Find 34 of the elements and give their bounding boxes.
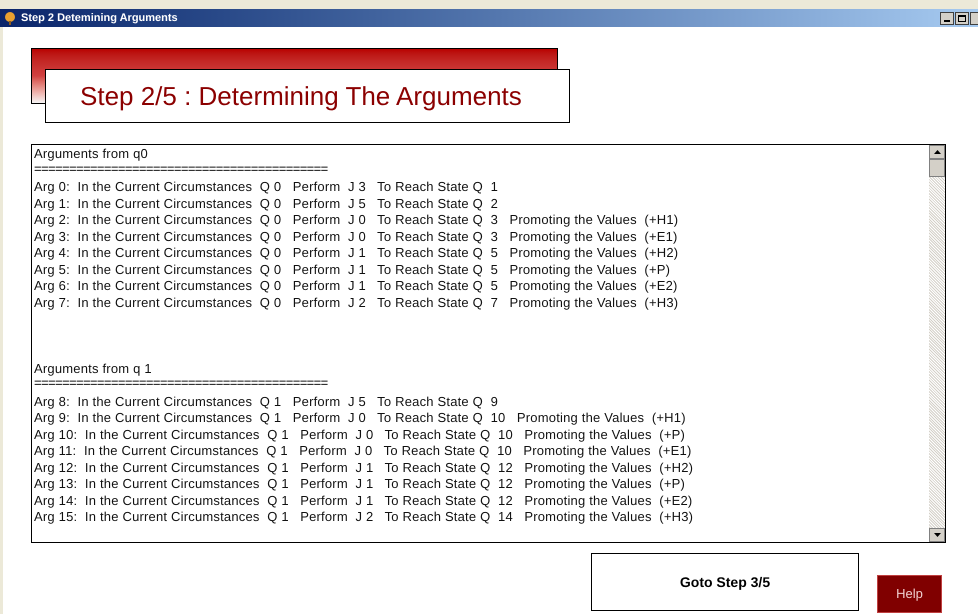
section-heading: Arguments from q0 xyxy=(34,146,149,162)
maximize-button[interactable] xyxy=(955,12,969,24)
help-button[interactable]: Help xyxy=(877,575,942,613)
argument-line: Arg 13: In the Current Circumstances Q 1 Perform J 1 To Reach State Q 12 Promoting the Values (+P) xyxy=(34,476,686,492)
argument-line: Arg 7: In the Current Circumstances Q 0 Perform J 2 To Reach State Q 7 Promoting the Values (+H3) xyxy=(34,294,680,311)
scrollbar[interactable] xyxy=(929,145,945,542)
scroll-thumb[interactable] xyxy=(929,159,945,177)
scroll-down-button[interactable] xyxy=(929,528,945,542)
argument-line: Arg 11: In the Current Circumstances Q 1 Perform J 0 To Reach State Q 10 Promoting the Values (+E1) xyxy=(34,443,692,460)
page-heading: Step 2/5 : Determining The Arguments xyxy=(80,80,522,112)
separator-rule: ========================================== xyxy=(34,162,329,178)
down-arrow-icon xyxy=(934,533,940,537)
argument-line: Arg 6: In the Current Circumstances Q 0 Perform J 1 To Reach State Q 5 Promoting the Values (+E2) xyxy=(34,278,679,294)
argument-line: Arg 4: In the Current Circumstances Q 0 Perform J 1 To Reach State Q 5 Promoting the Values (+H2) xyxy=(34,245,680,262)
arguments-text-area[interactable] xyxy=(31,144,946,543)
argument-line: Arg 1: In the Current Circumstances Q 0 Perform J 5 To Reach State Q 2 xyxy=(34,196,500,212)
argument-line: Arg 5: In the Current Circumstances Q 0 Perform J 1 To Reach State Q 5 Promoting the Values (+P) xyxy=(34,262,672,278)
argument-line: Arg 12: In the Current Circumstances Q 1 Perform J 1 To Reach State Q 12 Promoting the Values (+H2) xyxy=(34,460,694,476)
argument-line: Arg 3: In the Current Circumstances Q 0 Perform J 0 To Reach State Q 3 Promoting the Values (+E1) xyxy=(34,228,679,245)
argument-line: Arg 8: In the Current Circumstances Q 1 Perform J 5 To Reach State Q 9 xyxy=(34,394,500,410)
argument-line: Arg 0: In the Current Circumstances Q 0 Perform J 3 To Reach State Q 1 xyxy=(34,179,500,196)
next-step-button[interactable]: Goto Step 3/5 xyxy=(591,553,859,611)
argument-line: Arg 10: In the Current Circumstances Q 1 Perform J 0 To Reach State Q 10 Promoting the Values (+P) xyxy=(34,426,686,443)
argument-line: Arg 15: In the Current Circumstances Q 1 Perform J 2 To Reach State Q 14 Promoting the Values (+H3) xyxy=(34,509,694,526)
scroll-up-button[interactable] xyxy=(929,145,945,159)
up-arrow-icon xyxy=(934,150,940,154)
argument-line: Arg 9: In the Current Circumstances Q 1 Perform J 0 To Reach State Q 10 Promoting the Values (+H1) xyxy=(34,410,687,426)
separator-rule: ========================================== xyxy=(34,377,329,392)
argument-line: Arg 14: In the Current Circumstances Q 1 Perform J 1 To Reach State Q 12 Promoting the Values (+E2) xyxy=(34,492,694,509)
argument-line: Arg 2: In the Current Circumstances Q 0 Perform J 0 To Reach State Q 3 Promoting the Values (+H1) xyxy=(34,212,680,228)
minimize-button[interactable] xyxy=(940,12,954,24)
window-title: Step 2 Detemining Arguments xyxy=(21,10,178,26)
section-heading: Arguments from q 1 xyxy=(34,360,153,377)
app-icon xyxy=(3,11,17,25)
